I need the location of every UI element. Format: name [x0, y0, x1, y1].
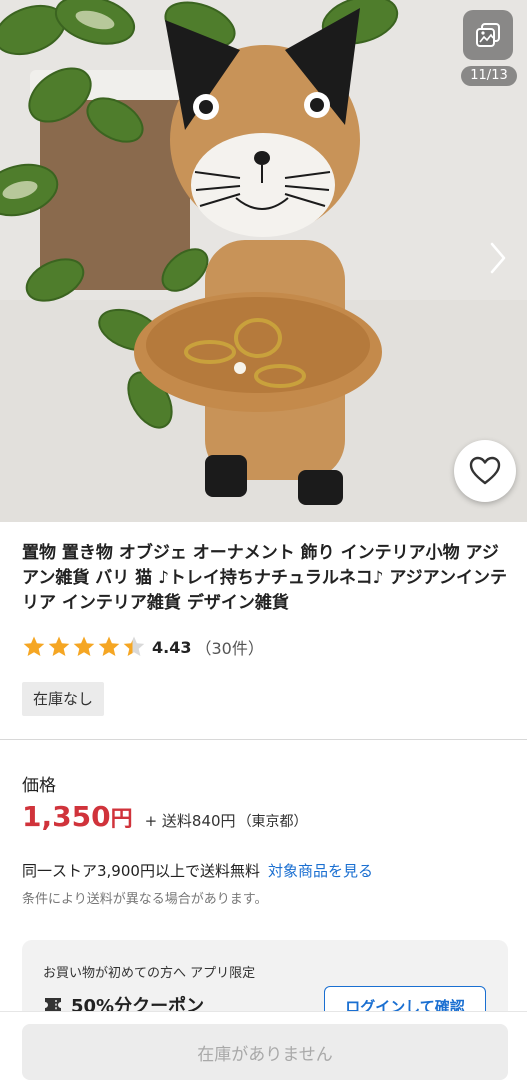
gallery-view-button[interactable]: [463, 10, 513, 60]
rating-stars: [22, 635, 146, 659]
product-title: 置物 置き物 オブジェ オーナメント 飾り インテリア小物 アジアン雑貨 バリ …: [22, 543, 507, 613]
star-icon: [73, 636, 95, 656]
price-amount: 1,350: [22, 800, 111, 833]
stock-status-badge: 在庫なし: [22, 682, 105, 716]
product-image-carousel[interactable]: 11/13: [0, 0, 527, 522]
image-stack-icon: [476, 23, 500, 47]
rating-value: 4.43: [152, 637, 192, 657]
free-shipping-text: 同一ストア3,900円以上で送料無料: [22, 862, 260, 880]
price-currency: 円: [110, 807, 133, 832]
chevron-right-icon: [490, 242, 506, 274]
product-photo: [0, 0, 527, 522]
shipping-region: （東京都）: [237, 814, 308, 830]
star-icon: [23, 636, 45, 656]
eligible-items-link[interactable]: 対象商品を見る: [268, 862, 373, 880]
product-rating[interactable]: 4.43 （30件）: [22, 634, 264, 660]
star-icon: [98, 636, 120, 656]
image-counter: 11/13: [461, 66, 517, 86]
coupon-headline: お買い物が初めての方へ アプリ限定: [43, 966, 256, 981]
star-icon: [48, 636, 70, 656]
price-row: 1,350 円 + 送料840円 （東京都）: [22, 800, 308, 833]
free-shipping-info: 同一ストア3,900円以上で送料無料 対象商品を見る: [22, 860, 373, 881]
heart-outline-icon: [469, 456, 501, 485]
shipping-fee: + 送料840円: [144, 812, 236, 830]
favorite-button[interactable]: [454, 440, 516, 502]
section-divider: [0, 739, 527, 740]
next-image-button[interactable]: [484, 238, 512, 278]
bottom-action-bar: 在庫がありません: [0, 1011, 527, 1080]
price-label: 価格: [22, 776, 56, 796]
shipping-note: 条件により送料が異なる場合があります。: [22, 892, 268, 907]
review-count: （30件）: [195, 639, 264, 658]
star-icon: [123, 636, 145, 656]
out-of-stock-button[interactable]: 在庫がありません: [22, 1024, 508, 1080]
